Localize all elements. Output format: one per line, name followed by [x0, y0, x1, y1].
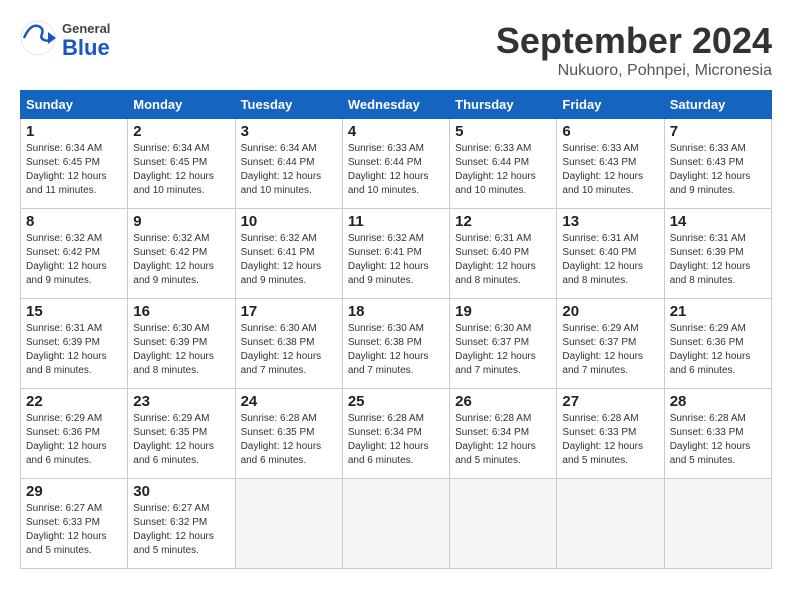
day-13: 13 Sunrise: 6:31 AM Sunset: 6:40 PM Dayl…	[557, 209, 664, 299]
day-5: 5 Sunrise: 6:33 AM Sunset: 6:44 PM Dayli…	[450, 119, 557, 209]
header-friday: Friday	[557, 91, 664, 119]
day-2: 2 Sunrise: 6:34 AM Sunset: 6:45 PM Dayli…	[128, 119, 235, 209]
calendar-table: Sunday Monday Tuesday Wednesday Thursday…	[20, 90, 772, 569]
day-4: 4 Sunrise: 6:33 AM Sunset: 6:44 PM Dayli…	[342, 119, 449, 209]
day-25: 25 Sunrise: 6:28 AM Sunset: 6:34 PM Dayl…	[342, 389, 449, 479]
logo: General Blue	[20, 20, 110, 61]
header-tuesday: Tuesday	[235, 91, 342, 119]
header-saturday: Saturday	[664, 91, 771, 119]
day-21: 21 Sunrise: 6:29 AM Sunset: 6:36 PM Dayl…	[664, 299, 771, 389]
day-23: 23 Sunrise: 6:29 AM Sunset: 6:35 PM Dayl…	[128, 389, 235, 479]
day-3: 3 Sunrise: 6:34 AM Sunset: 6:44 PM Dayli…	[235, 119, 342, 209]
day-29: 29 Sunrise: 6:27 AM Sunset: 6:33 PM Dayl…	[21, 479, 128, 569]
day-9: 9 Sunrise: 6:32 AM Sunset: 6:42 PM Dayli…	[128, 209, 235, 299]
day-27: 27 Sunrise: 6:28 AM Sunset: 6:33 PM Dayl…	[557, 389, 664, 479]
day-14: 14 Sunrise: 6:31 AM Sunset: 6:39 PM Dayl…	[664, 209, 771, 299]
day-16: 16 Sunrise: 6:30 AM Sunset: 6:39 PM Dayl…	[128, 299, 235, 389]
day-19: 19 Sunrise: 6:30 AM Sunset: 6:37 PM Dayl…	[450, 299, 557, 389]
days-header-row: Sunday Monday Tuesday Wednesday Thursday…	[21, 91, 772, 119]
month-title: September 2024	[496, 20, 772, 62]
day-17: 17 Sunrise: 6:30 AM Sunset: 6:38 PM Dayl…	[235, 299, 342, 389]
week-1-row: 1 Sunrise: 6:34 AM Sunset: 6:45 PM Dayli…	[21, 119, 772, 209]
page-header: General Blue September 2024 Nukuoro, Poh…	[20, 20, 772, 80]
day-20: 20 Sunrise: 6:29 AM Sunset: 6:37 PM Dayl…	[557, 299, 664, 389]
day-30: 30 Sunrise: 6:27 AM Sunset: 6:32 PM Dayl…	[128, 479, 235, 569]
day-24: 24 Sunrise: 6:28 AM Sunset: 6:35 PM Dayl…	[235, 389, 342, 479]
day-7: 7 Sunrise: 6:33 AM Sunset: 6:43 PM Dayli…	[664, 119, 771, 209]
day-1: 1 Sunrise: 6:34 AM Sunset: 6:45 PM Dayli…	[21, 119, 128, 209]
title-block: September 2024 Nukuoro, Pohnpei, Microne…	[496, 20, 772, 80]
location-text: Nukuoro, Pohnpei, Micronesia	[496, 62, 772, 80]
empty-cell-2	[342, 479, 449, 569]
week-3-row: 15 Sunrise: 6:31 AM Sunset: 6:39 PM Dayl…	[21, 299, 772, 389]
day-12: 12 Sunrise: 6:31 AM Sunset: 6:40 PM Dayl…	[450, 209, 557, 299]
empty-cell-5	[664, 479, 771, 569]
day-28: 28 Sunrise: 6:28 AM Sunset: 6:33 PM Dayl…	[664, 389, 771, 479]
day-22: 22 Sunrise: 6:29 AM Sunset: 6:36 PM Dayl…	[21, 389, 128, 479]
day-10: 10 Sunrise: 6:32 AM Sunset: 6:41 PM Dayl…	[235, 209, 342, 299]
week-5-row: 29 Sunrise: 6:27 AM Sunset: 6:33 PM Dayl…	[21, 479, 772, 569]
logo-blue-text: Blue	[62, 37, 110, 59]
day-11: 11 Sunrise: 6:32 AM Sunset: 6:41 PM Dayl…	[342, 209, 449, 299]
logo-icon	[20, 20, 56, 61]
header-sunday: Sunday	[21, 91, 128, 119]
header-thursday: Thursday	[450, 91, 557, 119]
day-8: 8 Sunrise: 6:32 AM Sunset: 6:42 PM Dayli…	[21, 209, 128, 299]
week-2-row: 8 Sunrise: 6:32 AM Sunset: 6:42 PM Dayli…	[21, 209, 772, 299]
header-wednesday: Wednesday	[342, 91, 449, 119]
empty-cell-4	[557, 479, 664, 569]
day-15: 15 Sunrise: 6:31 AM Sunset: 6:39 PM Dayl…	[21, 299, 128, 389]
day-6: 6 Sunrise: 6:33 AM Sunset: 6:43 PM Dayli…	[557, 119, 664, 209]
logo-name: General Blue	[62, 22, 110, 58]
day-18: 18 Sunrise: 6:30 AM Sunset: 6:38 PM Dayl…	[342, 299, 449, 389]
day-26: 26 Sunrise: 6:28 AM Sunset: 6:34 PM Dayl…	[450, 389, 557, 479]
empty-cell-1	[235, 479, 342, 569]
week-4-row: 22 Sunrise: 6:29 AM Sunset: 6:36 PM Dayl…	[21, 389, 772, 479]
header-monday: Monday	[128, 91, 235, 119]
empty-cell-3	[450, 479, 557, 569]
